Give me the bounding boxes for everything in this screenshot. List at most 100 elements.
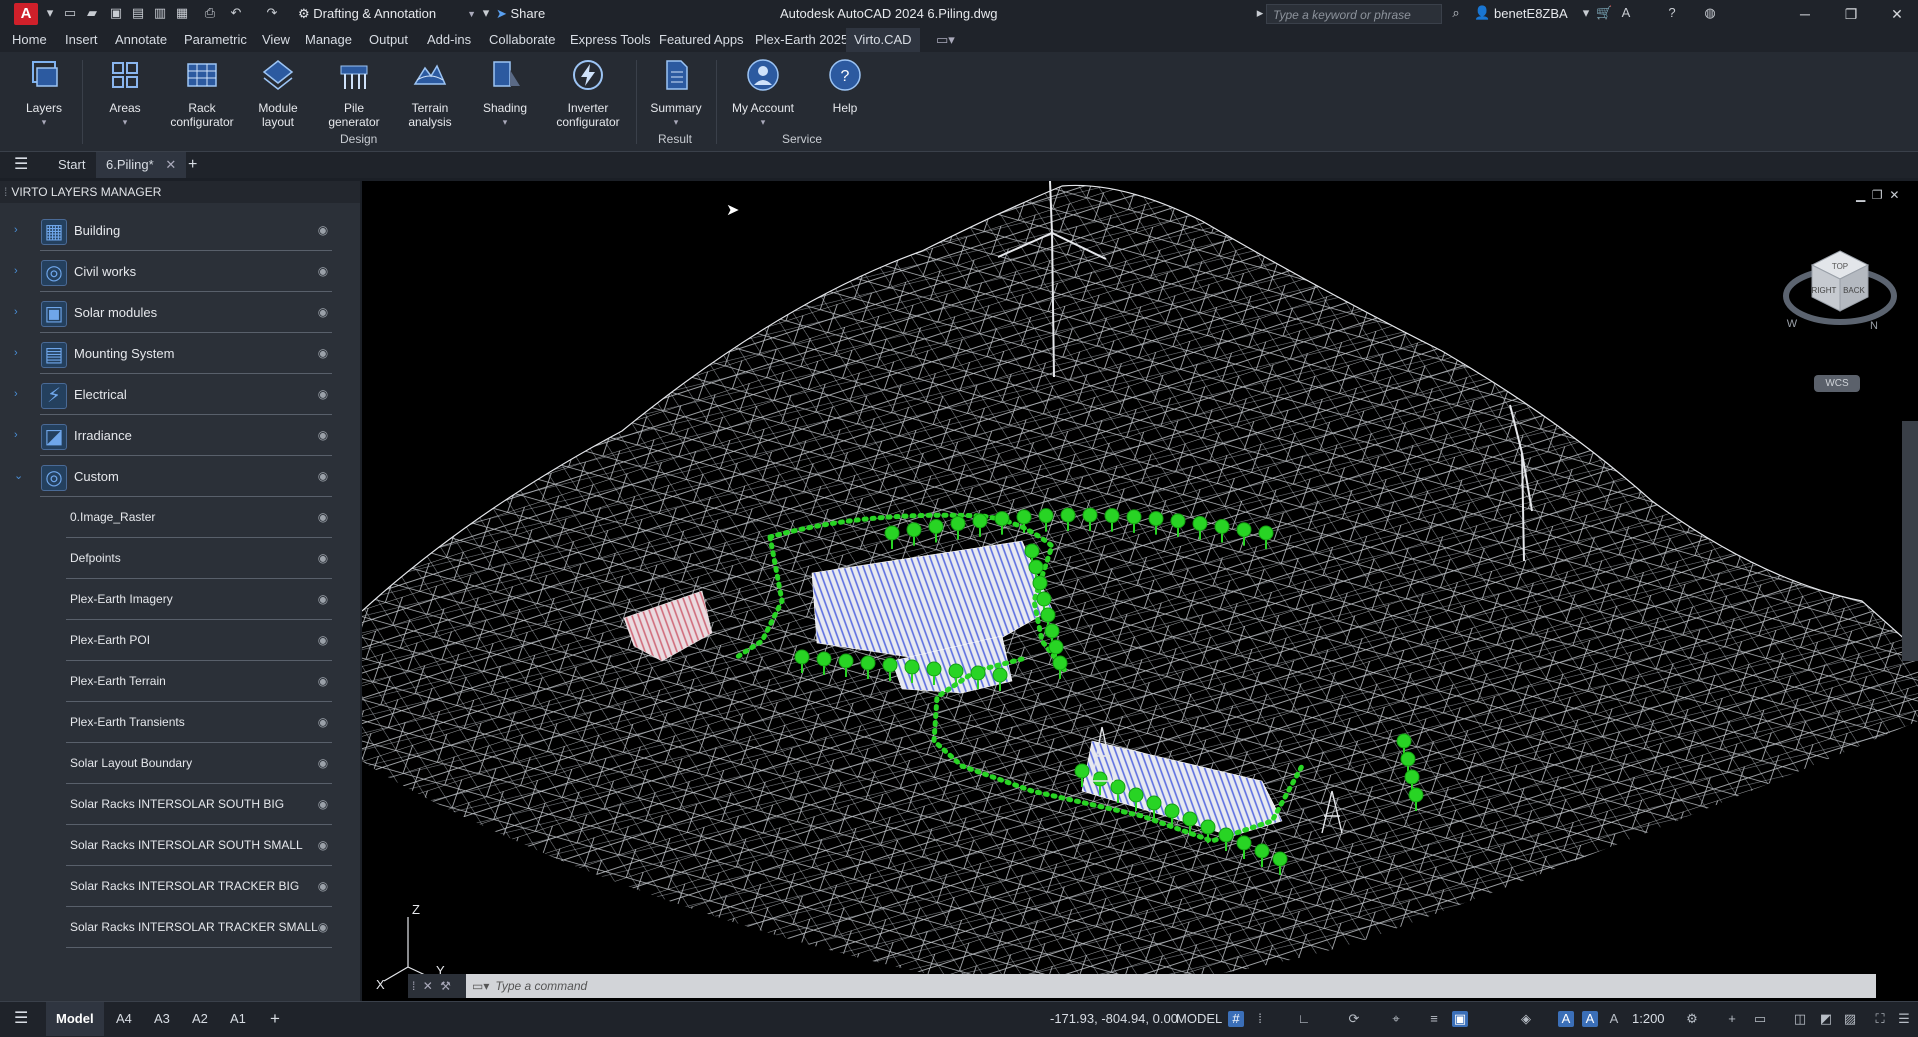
new-tab-plus-icon[interactable]: + [188, 152, 197, 178]
layers-button[interactable]: Layers ▾ [18, 58, 70, 129]
layout-tab-model[interactable]: Model [46, 1002, 104, 1036]
open-folder-icon[interactable]: ▰ [84, 5, 100, 21]
visibility-eye-icon[interactable]: ◉ [316, 428, 330, 442]
layer-item[interactable]: Solar Racks INTERSOLAR SOUTH BIG ◉ [0, 784, 360, 825]
panel-grip-icon[interactable]: ⁞ [4, 185, 7, 199]
tab-virto-cad[interactable]: Virto.CAD [846, 28, 920, 52]
tab-manage[interactable]: Manage [305, 28, 352, 52]
share-button[interactable]: ➤ Share [496, 4, 545, 24]
workspace-gear-icon[interactable]: ⚙ [1684, 1011, 1700, 1027]
cart-icon[interactable]: 🛒 [1596, 5, 1612, 21]
module-layout-button[interactable]: Module layout [252, 58, 304, 129]
terrain-analysis-button[interactable]: Terrain analysis [400, 58, 460, 129]
autodesk-a360-icon[interactable]: A [1618, 5, 1634, 21]
layout-tab-a1[interactable]: A1 [230, 1002, 246, 1036]
layer-item[interactable]: Solar Racks INTERSOLAR TRACKER BIG ◉ [0, 866, 360, 907]
save-as-icon[interactable]: ▤ [130, 5, 146, 21]
hardware-acceleration-icon[interactable]: ◩ [1818, 1011, 1834, 1027]
cursor-coordinates[interactable]: -171.93, -804.94, 0.00 [1050, 1002, 1178, 1036]
chevron-right-icon[interactable]: › [14, 210, 18, 251]
close-tab-icon[interactable]: ✕ [165, 157, 176, 172]
tab-collaborate[interactable]: Collaborate [489, 28, 556, 52]
tab-featured-apps[interactable]: Featured Apps [659, 28, 744, 52]
grip-icon[interactable]: ⁞ [412, 979, 415, 993]
chevron-right-icon[interactable]: › [14, 415, 18, 456]
polar-icon[interactable]: ⟳ [1346, 1011, 1362, 1027]
viewport-restore-icon[interactable]: ❐ [1872, 188, 1883, 202]
viewcube[interactable]: TOP RIGHT BACK N W [1783, 250, 1897, 332]
close-icon[interactable]: ✕ [1874, 0, 1918, 28]
viewport-minimize-icon[interactable]: ▁ [1856, 188, 1865, 202]
add-layout-plus-icon[interactable]: + [270, 1002, 280, 1036]
visibility-eye-icon[interactable]: ◉ [316, 551, 330, 565]
annotation-scale-value[interactable]: 1:200 [1632, 1002, 1665, 1036]
chevron-down-icon[interactable]: ⌄ [14, 456, 23, 497]
visibility-eye-icon[interactable]: ◉ [316, 223, 330, 237]
layer-item[interactable]: Plex-Earth Imagery ◉ [0, 579, 360, 620]
open-web-icon[interactable]: ▥ [152, 5, 168, 21]
fullscreen-icon[interactable]: ⛶ [1872, 1011, 1888, 1027]
tab-start[interactable]: Start [58, 152, 85, 178]
save-web-icon[interactable]: ▦ [174, 5, 190, 21]
visibility-eye-icon[interactable]: ◉ [316, 387, 330, 401]
terrain-3d-scene[interactable]: TOP RIGHT BACK N W Z X Y [362, 181, 1918, 1001]
osnap-icon[interactable]: ⌖ [1388, 1011, 1404, 1027]
model-space-toggle[interactable]: MODEL [1176, 1002, 1222, 1036]
clean-screen-icon[interactable]: ▨ [1842, 1011, 1858, 1027]
layer-item[interactable]: Solar Layout Boundary ◉ [0, 743, 360, 784]
layout-tab-a3[interactable]: A3 [154, 1002, 170, 1036]
visibility-eye-icon[interactable]: ◉ [316, 756, 330, 770]
layer-item[interactable]: 0.Image_Raster ◉ [0, 497, 360, 538]
chevron-right-icon[interactable]: › [14, 292, 18, 333]
drawing-viewport[interactable]: TOP RIGHT BACK N W Z X Y [362, 181, 1918, 1001]
layer-category-building[interactable]: › ▦ Building ◉ [0, 210, 360, 251]
layer-item[interactable]: Defpoints ◉ [0, 538, 360, 579]
viewport-close-icon[interactable]: ✕ [1889, 188, 1899, 202]
navigation-bar[interactable] [1902, 421, 1918, 661]
tab-add-ins[interactable]: Add-ins [427, 28, 471, 52]
layer-item[interactable]: Solar Racks INTERSOLAR TRACKER SMALL ◉ [0, 907, 360, 948]
rack-configurator-button[interactable]: Rack configurator [168, 58, 236, 129]
command-input[interactable]: ▭▾ Type a command [466, 974, 1876, 998]
layer-item[interactable]: Plex-Earth POI ◉ [0, 620, 360, 661]
visibility-eye-icon[interactable]: ◉ [316, 592, 330, 606]
isolate-objects-icon[interactable]: ◫ [1792, 1011, 1808, 1027]
app-menu-chevron-icon[interactable]: ▾ [42, 5, 58, 21]
customize-statusbar-icon[interactable]: ☰ [1896, 1011, 1912, 1027]
tab-drawing-piling[interactable]: 6.Piling* ✕ [96, 152, 187, 178]
3d-osnap-icon[interactable]: ◈ [1518, 1011, 1534, 1027]
help-search-input[interactable]: Type a keyword or phrase [1266, 4, 1442, 24]
units-icon[interactable]: ▭ [1752, 1011, 1768, 1027]
help-button[interactable]: ? Help [822, 58, 868, 115]
layer-category-irradiance[interactable]: › ◪ Irradiance ◉ [0, 415, 360, 456]
layer-category-custom[interactable]: ⌄ ◎ Custom ◉ [0, 456, 360, 497]
auto-scale-icon[interactable]: A [1582, 1011, 1598, 1027]
summary-button[interactable]: Summary ▾ [648, 58, 704, 129]
visibility-eye-icon[interactable]: ◉ [316, 879, 330, 893]
tab-home[interactable]: Home [12, 28, 47, 52]
user-dropdown-icon[interactable]: ▾ [1578, 5, 1594, 21]
annotation-monitor-plus-icon[interactable]: + [1724, 1011, 1740, 1027]
annotation-visibility-icon[interactable]: A [1558, 1011, 1574, 1027]
tab-express-tools[interactable]: Express Tools [570, 28, 651, 52]
search-icon[interactable]: ⌕ [1448, 5, 1464, 21]
close-command-icon[interactable]: ✕ [423, 979, 433, 993]
layer-category-mounting-system[interactable]: › ▤ Mounting System ◉ [0, 333, 360, 374]
layout-tab-a4[interactable]: A4 [116, 1002, 132, 1036]
snap-icon[interactable]: ⁞ [1252, 1011, 1268, 1027]
visibility-eye-icon[interactable]: ◉ [316, 510, 330, 524]
pile-generator-button[interactable]: Pile generator [322, 58, 386, 129]
ortho-icon[interactable]: ∟ [1296, 1011, 1312, 1027]
visibility-eye-icon[interactable]: ◉ [316, 633, 330, 647]
visibility-eye-icon[interactable]: ◉ [316, 715, 330, 729]
chat-icon[interactable]: ◍ [1702, 5, 1718, 21]
visibility-eye-icon[interactable]: ◉ [316, 264, 330, 278]
print-icon[interactable]: ⎙ [202, 5, 218, 21]
tab-view[interactable]: View [262, 28, 290, 52]
layer-category-electrical[interactable]: › ⚡ Electrical ◉ [0, 374, 360, 415]
wcs-menu[interactable]: WCS [1814, 375, 1860, 392]
help-icon[interactable]: ? [1664, 5, 1680, 21]
my-account-button[interactable]: My Account ▾ [728, 58, 798, 129]
visibility-eye-icon[interactable]: ◉ [316, 469, 330, 483]
user-icon[interactable]: 👤 [1474, 5, 1490, 21]
